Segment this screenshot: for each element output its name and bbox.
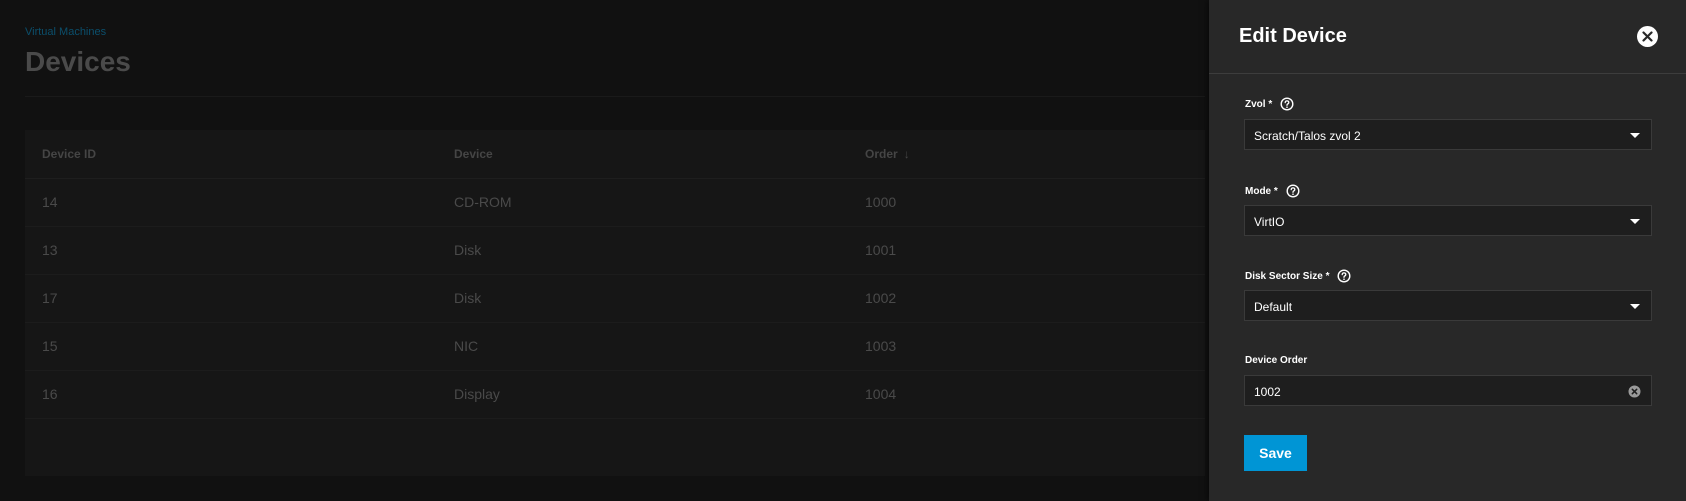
- save-button[interactable]: Save: [1244, 435, 1307, 471]
- page-title: Devices: [25, 46, 131, 77]
- table-row[interactable]: 16 Display 1004: [25, 370, 1205, 419]
- cell-device: Display: [454, 386, 500, 402]
- device-order-input[interactable]: 1002: [1244, 375, 1652, 406]
- chevron-down-icon: [1630, 219, 1640, 224]
- cell-device: CD-ROM: [454, 194, 512, 210]
- cell-order: 1002: [865, 290, 897, 306]
- breadcrumb[interactable]: Virtual Machines: [25, 26, 106, 38]
- cell-device-id: 15: [42, 338, 58, 354]
- device-order-value: 1002: [1254, 385, 1281, 399]
- table-row[interactable]: 17 Disk 1002: [25, 274, 1205, 323]
- zvol-label: Zvol *: [1245, 97, 1294, 111]
- table-row[interactable]: 13 Disk 1001: [25, 226, 1205, 275]
- cell-device-id: 13: [42, 242, 58, 258]
- table-row[interactable]: 15 NIC 1003: [25, 322, 1205, 371]
- clear-icon[interactable]: [1628, 385, 1641, 398]
- arrow-down-icon: ↓: [903, 147, 910, 161]
- sector-size-label: Disk Sector Size *: [1245, 269, 1351, 283]
- help-icon[interactable]: [1337, 269, 1351, 283]
- column-header-device-id[interactable]: Device ID: [42, 147, 96, 161]
- cell-device-id: 16: [42, 386, 58, 402]
- close-icon: [1642, 31, 1653, 42]
- column-header-device[interactable]: Device: [454, 147, 493, 161]
- edit-device-drawer: Edit Device Zvol * Scratch/Talos zvol 2 …: [1209, 0, 1686, 501]
- mode-label-text: Mode *: [1245, 185, 1278, 197]
- zvol-value: Scratch/Talos zvol 2: [1254, 129, 1361, 143]
- table-header: Device ID Device Order ↓: [25, 130, 1205, 179]
- table-row[interactable]: 14 CD-ROM 1000: [25, 178, 1205, 227]
- cell-device: NIC: [454, 338, 479, 354]
- column-header-order-label: Order: [865, 147, 898, 161]
- close-button[interactable]: [1637, 26, 1658, 47]
- cell-order: 1003: [865, 338, 897, 354]
- sector-size-label-text: Disk Sector Size *: [1245, 270, 1330, 282]
- cell-device-id: 14: [42, 194, 58, 210]
- cell-device: Disk: [454, 290, 482, 306]
- cell-order: 1004: [865, 386, 897, 402]
- sector-size-select[interactable]: Default: [1244, 290, 1652, 321]
- column-header-order[interactable]: Order ↓: [865, 147, 910, 161]
- mode-select[interactable]: VirtIO: [1244, 205, 1652, 236]
- mode-value: VirtIO: [1254, 215, 1285, 229]
- help-icon[interactable]: [1286, 184, 1300, 198]
- mode-label: Mode *: [1245, 184, 1300, 198]
- device-order-label: Device Order: [1245, 355, 1307, 366]
- devices-table: Device ID Device Order ↓ 14 CD-ROM 1000 1…: [25, 130, 1205, 476]
- cell-order: 1001: [865, 242, 897, 258]
- cell-order: 1000: [865, 194, 897, 210]
- divider: [1209, 73, 1686, 74]
- cell-device: Disk: [454, 242, 482, 258]
- divider: [25, 96, 1205, 97]
- sector-size-value: Default: [1254, 300, 1293, 314]
- chevron-down-icon: [1630, 304, 1640, 309]
- drawer-title: Edit Device: [1239, 25, 1347, 47]
- zvol-select[interactable]: Scratch/Talos zvol 2: [1244, 119, 1652, 150]
- chevron-down-icon: [1630, 133, 1640, 138]
- cell-device-id: 17: [42, 290, 58, 306]
- zvol-label-text: Zvol *: [1245, 98, 1273, 110]
- device-order-label-text: Device Order: [1245, 355, 1308, 366]
- help-icon[interactable]: [1280, 97, 1294, 111]
